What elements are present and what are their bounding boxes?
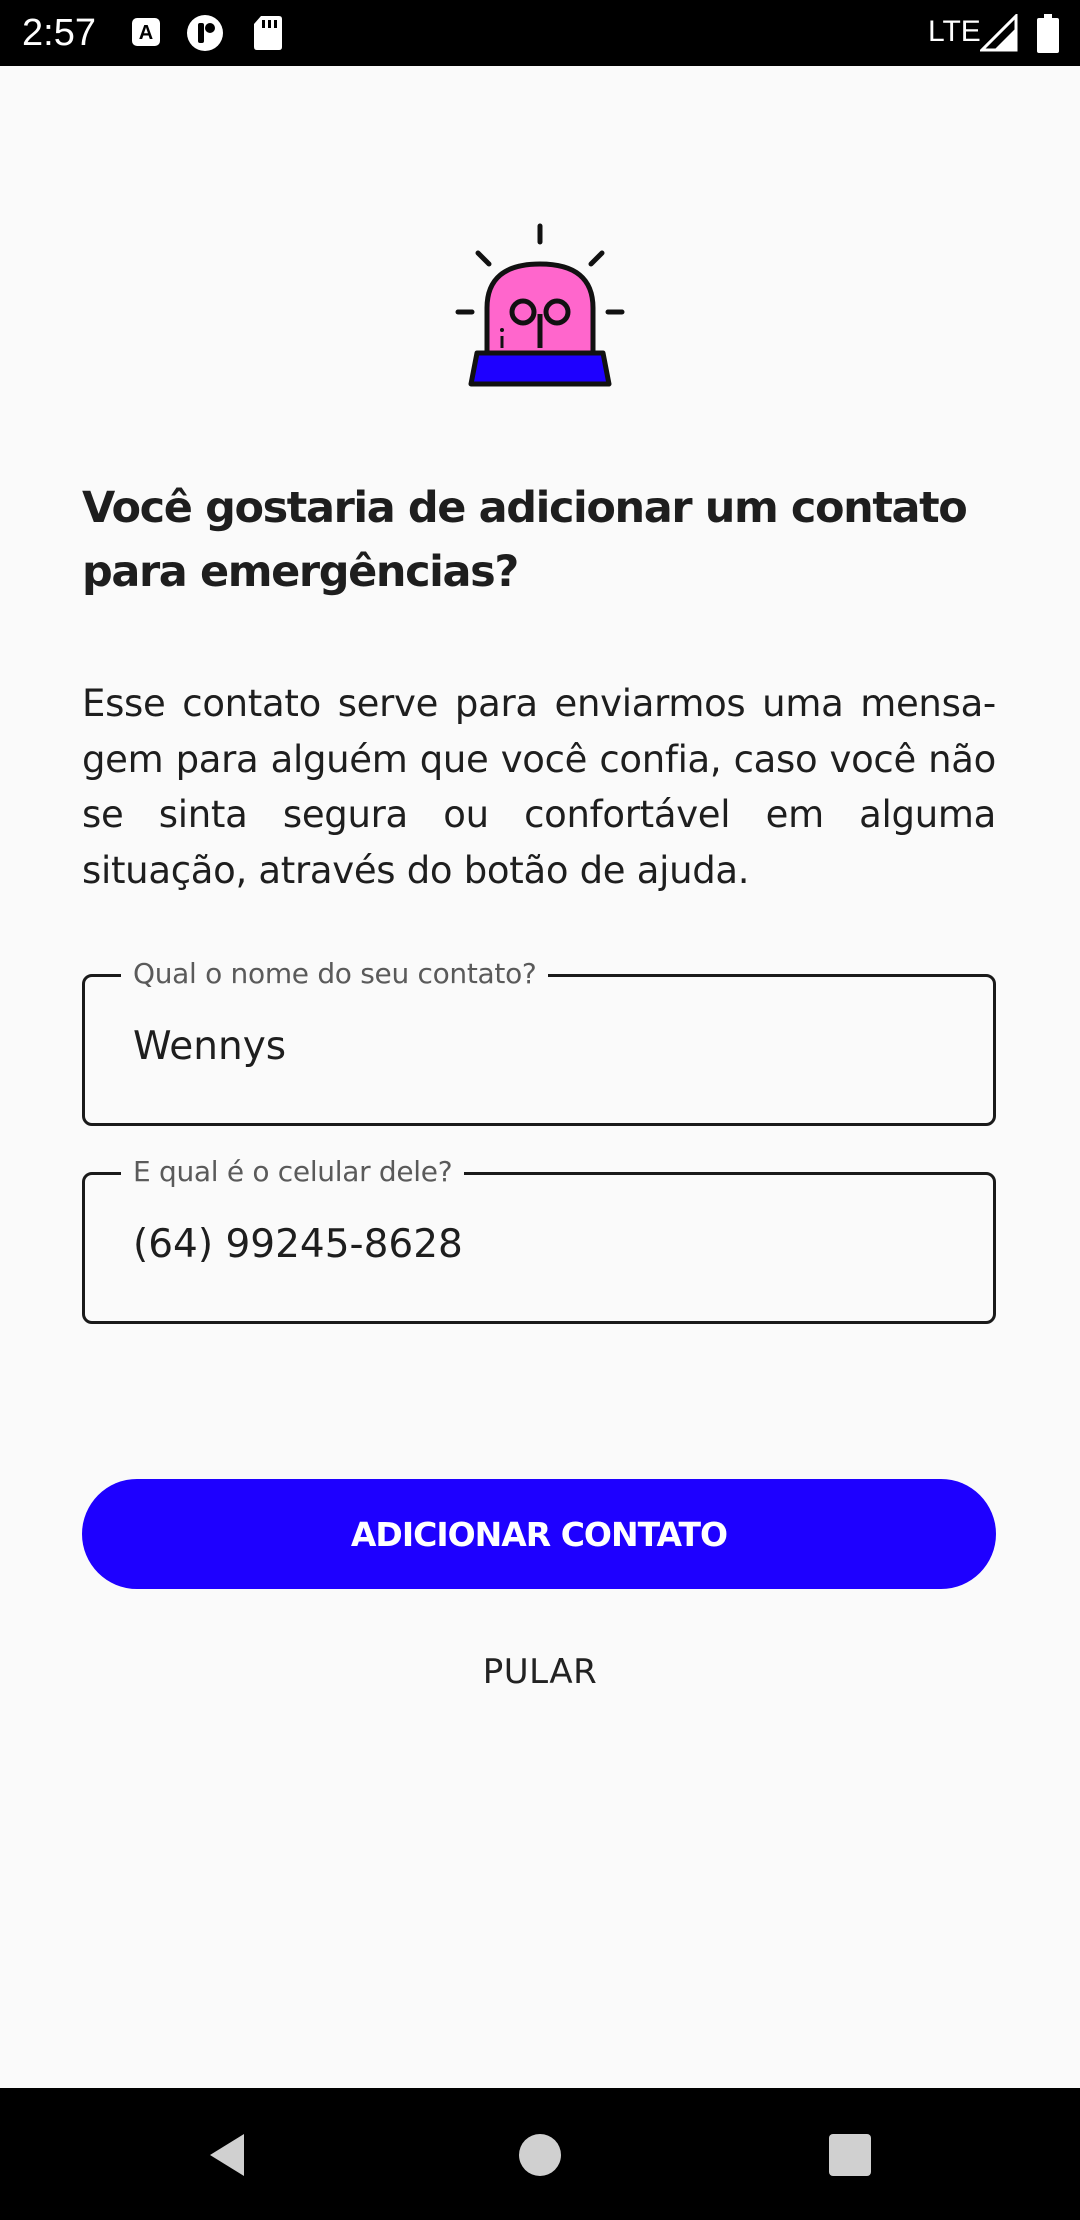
contact-name-input[interactable]: Wennys [133,1017,286,1077]
svg-text:A: A [139,22,153,44]
siren-alarm-icon [455,223,625,387]
description-text: Esse contato serve para enviarmos uma me… [82,682,996,892]
status-bar: 2:57 A LTE [0,0,1080,66]
contact-phone-input[interactable]: (64) 99245-8628 [133,1215,463,1275]
contact-phone-label: E qual é o celular dele? [121,1152,465,1192]
home-icon[interactable] [513,2128,567,2182]
add-contact-button[interactable]: ADICIONAR CONTATO [82,1479,996,1589]
page-title: Você gostaria de adicionar um contato pa… [82,483,968,597]
contact-name-label: Qual o nome do seu contato? [121,954,549,994]
add-contact-button-label: ADICIONAR CONTATO [350,1514,728,1554]
contact-phone-field[interactable]: E qual é o celular dele? (64) 99245-8628 [82,1152,996,1324]
status-time: 2:57 [22,12,96,54]
tap-circle-icon [187,15,223,51]
a-box-icon: A [132,18,160,46]
recents-icon[interactable] [823,2128,877,2182]
navigation-bar [0,2088,1080,2220]
contact-name-field[interactable]: Qual o nome do seu contato? Wennys [82,954,996,1126]
back-icon[interactable] [200,2128,254,2182]
battery-icon [1037,14,1059,53]
screen: 2:57 A LTE Você gostaria de adicionar um… [0,0,1080,2220]
network-type: LTE [928,15,981,48]
sd-card-icon [254,16,282,50]
skip-button[interactable]: PULAR [440,1642,640,1702]
signal-icon [980,14,1018,52]
